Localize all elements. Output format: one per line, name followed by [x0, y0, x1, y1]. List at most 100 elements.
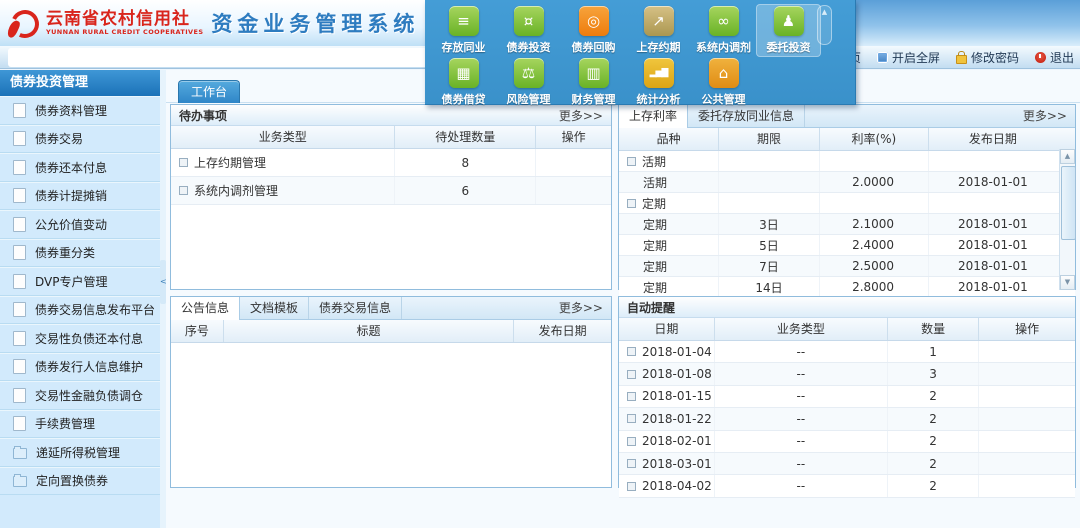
todo-count-cell: 6 [395, 177, 536, 204]
menu-item-label: 统计分析 [626, 91, 691, 107]
rates-scrollbar[interactable]: ▲ ▼ [1059, 149, 1075, 290]
sidebar-item-0[interactable]: 债券资料管理 [0, 96, 160, 125]
document-icon [13, 388, 26, 403]
sidebar-item-9[interactable]: 债券发行人信息维护 [0, 353, 160, 382]
toolbar-link-lock[interactable]: 修改密码 [956, 49, 1019, 66]
table-row[interactable]: 定期7日2.50002018-01-01 [619, 256, 1075, 277]
rates-table: 品种期限利率(%)发布日期活期活期2.00002018-01-01定期定期3日2… [619, 128, 1075, 298]
table-row[interactable]: 定期5日2.40002018-01-01 [619, 235, 1075, 256]
sidebar-item-13[interactable]: 定向置换债券 [0, 467, 160, 496]
menu-item-deposit-interbank[interactable]: ≡存放同业 [431, 4, 496, 57]
sidebar-items: 债券资料管理债券交易债券还本付息债券计提摊销公允价值变动债券重分类 DVP专户管理… [0, 96, 160, 495]
cell-text: -- [797, 345, 806, 359]
sidebar-item-6[interactable]: DVP专户管理 [0, 267, 160, 296]
table-row[interactable]: 活期2.00002018-01-01 [619, 172, 1075, 193]
tab-workspace[interactable]: 工作台 [178, 80, 240, 103]
table-row[interactable]: 定期14日2.80002018-01-01 [619, 277, 1075, 298]
document-icon [13, 302, 26, 317]
menu-item-bond-repo[interactable]: ◎债券回购 [561, 4, 626, 57]
table-row[interactable]: 2018-01-22--2 [619, 408, 1075, 430]
table-row[interactable]: 2018-01-08--3 [619, 363, 1075, 385]
menu-item-bond-lending[interactable]: ▦债券借贷 [431, 56, 496, 109]
table-row[interactable]: 2018-04-02--2 [619, 475, 1075, 497]
table-row[interactable]: 2018-03-01--2 [619, 453, 1075, 475]
cell-text: -- [797, 434, 806, 448]
table-row[interactable]: 系统内调剂管理6 [171, 177, 611, 205]
rate-term-cell [719, 151, 819, 171]
reminder-date-cell: 2018-02-01 [619, 431, 715, 452]
cell-text: 2.8000 [852, 280, 894, 294]
sidebar-item-5[interactable]: 债券重分类 [0, 239, 160, 268]
sidebar-item-10[interactable]: 交易性金融负债调仓 [0, 381, 160, 410]
sidebar-item-11[interactable]: 手续费管理 [0, 410, 160, 439]
table-row[interactable]: 定期3日2.10002018-01-01 [619, 214, 1075, 235]
sidebar-item-label: DVP专户管理 [35, 273, 107, 290]
risk-management-icon: ⚖ [514, 58, 544, 88]
menu-item-entrusted-investment[interactable]: ♟委托投资 [756, 4, 821, 57]
menu-item-system-adjustment[interactable]: ∞系统内调剂 [691, 4, 756, 57]
rate-term-cell [719, 172, 819, 192]
scroll-thumb[interactable] [1061, 166, 1076, 240]
toolbar-link-fullscreen[interactable]: 开启全屏 [877, 49, 940, 66]
rate-value-cell [820, 193, 929, 213]
table-row[interactable]: 2018-01-04--1 [619, 341, 1075, 363]
table-row[interactable]: 2018-01-15 -- 2 [619, 386, 1075, 408]
rate-value-cell [820, 151, 929, 171]
sidebar-item-label: 债券发行人信息维护 [35, 358, 143, 375]
table-row[interactable]: 上存约期管理8 [171, 149, 611, 177]
menu-scrollbar[interactable]: ▲ [817, 5, 832, 45]
row-bullet-icon [627, 414, 636, 423]
todo-table: 业务类型待处理数量操作上存约期管理8系统内调剂管理6 [171, 126, 611, 205]
panel-todo-more-link[interactable]: 更多>> [559, 107, 603, 124]
menu-scroll-up-icon[interactable]: ▲ [817, 5, 832, 19]
menu-item-label: 财务管理 [561, 91, 626, 107]
column-header: 操作 [979, 318, 1075, 340]
reminder-count-cell: 2 [888, 431, 979, 452]
sidebar-item-3[interactable]: 债券计提摊销 [0, 182, 160, 211]
rate-value-cell: 2.0000 [820, 172, 929, 192]
panel-notice: 公告信息文档模板债券交易信息更多>> 序号标题发布日期 [170, 296, 612, 488]
sidebar-item-1[interactable]: 债券交易 [0, 125, 160, 154]
cell-text: 2018-01-15 [642, 389, 712, 403]
menu-item-finance-management[interactable]: ▥财务管理 [561, 56, 626, 109]
document-icon [13, 131, 26, 146]
cell-text: -- [797, 389, 806, 403]
reminder-count-cell: 2 [888, 386, 979, 407]
sidebar-item-2[interactable]: 债券还本付息 [0, 153, 160, 182]
sidebar-item-4[interactable]: 公允价值变动 [0, 210, 160, 239]
table-row[interactable]: 活期 [619, 151, 1075, 172]
table-row[interactable]: 2018-02-01 -- 2 [619, 431, 1075, 453]
menu-item-public-management[interactable]: ⌂公共管理 [691, 56, 756, 109]
menu-item-term-deposit[interactable]: ↗上存约期 [626, 4, 691, 57]
panel-rates-more-link[interactable]: 更多>> [1023, 105, 1075, 127]
sidebar-item-12[interactable]: 递延所得税管理 [0, 438, 160, 467]
panel-notice-more-link[interactable]: 更多>> [559, 297, 611, 319]
panel-rates: 上存利率委托存放同业信息更多>> 品种期限利率(%)发布日期活期活期2.0000… [618, 104, 1076, 290]
rate-date-cell: 2018-01-01 [929, 277, 1057, 297]
table-row[interactable]: 定期 [619, 193, 1075, 214]
document-icon [13, 245, 26, 260]
cell-text: -- [797, 367, 806, 381]
rate-term-cell: 14日 [719, 277, 819, 297]
menu-row-1: ≡存放同业¤债券投资◎债券回购↗上存约期∞系统内调剂♟委托投资 [431, 4, 821, 57]
sidebar-item-label: 债券计提摊销 [35, 187, 107, 204]
column-header: 操作 [536, 126, 611, 148]
rate-group-cell: 活期 [619, 151, 719, 171]
sidebar-item-7[interactable]: 债券交易信息发布平台 [0, 296, 160, 325]
menu-item-statistics[interactable]: ▂▅▇统计分析 [626, 56, 691, 109]
sidebar-item-label: 手续费管理 [35, 415, 95, 432]
column-header: 发布日期 [514, 320, 611, 342]
tab-notice-1[interactable]: 文档模板 [240, 297, 309, 319]
org-logo-icon [8, 6, 42, 40]
rate-date-cell: 2018-01-01 [929, 235, 1057, 255]
tab-notice-2[interactable]: 债券交易信息 [309, 297, 402, 319]
sidebar-item-8[interactable]: 交易性负债还本付息 [0, 324, 160, 353]
tab-notice-0[interactable]: 公告信息 [171, 297, 240, 320]
menu-item-risk-management[interactable]: ⚖风险管理 [496, 56, 561, 109]
table-header: 品种期限利率(%)发布日期 [619, 128, 1075, 151]
menu-item-bond-investment[interactable]: ¤债券投资 [496, 4, 561, 57]
toolbar-link-logout[interactable]: 退出 [1035, 49, 1074, 66]
rate-term-cell: 3日 [719, 214, 819, 234]
scroll-down-icon[interactable]: ▼ [1060, 275, 1075, 290]
scroll-up-icon[interactable]: ▲ [1060, 149, 1075, 164]
